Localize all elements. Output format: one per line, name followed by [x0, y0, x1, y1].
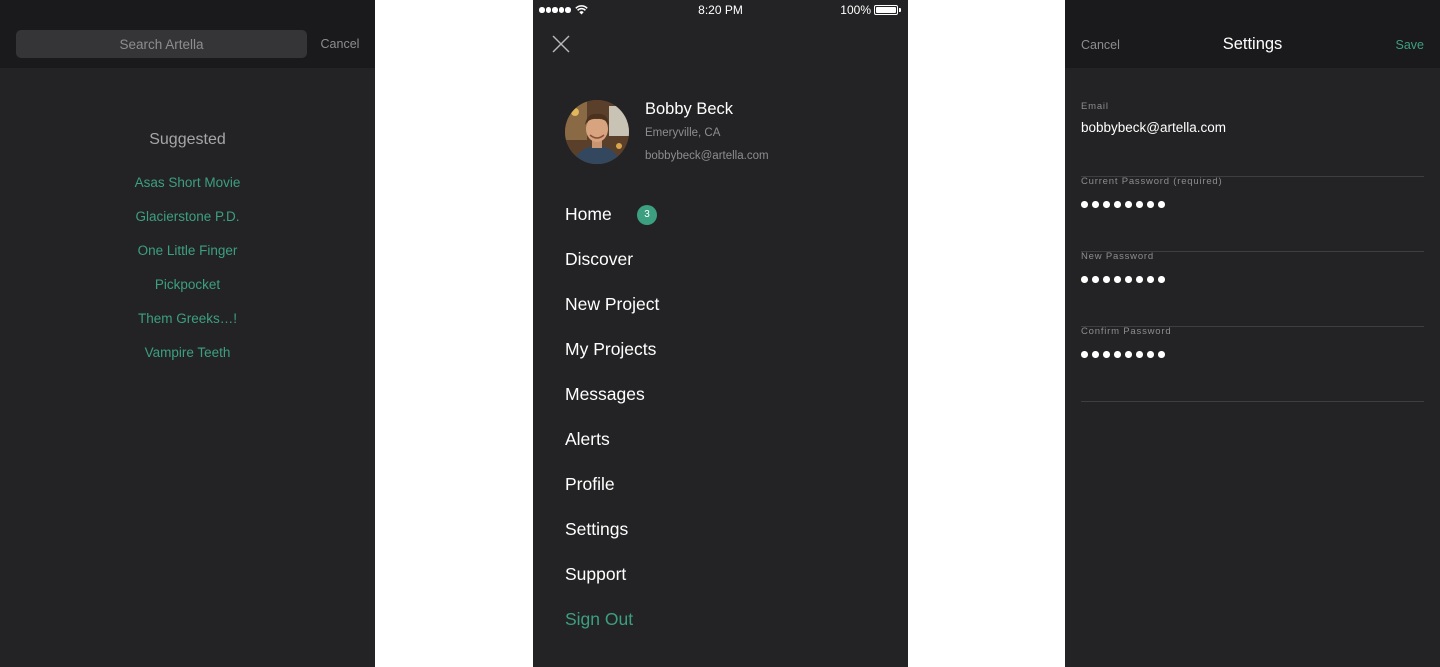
password-dot: [1125, 351, 1132, 358]
password-dot: [1136, 201, 1143, 208]
password-dot: [1114, 276, 1121, 283]
password-dot: [1103, 351, 1110, 358]
password-dot: [1147, 201, 1154, 208]
password-dot: [1158, 201, 1165, 208]
email-value[interactable]: bobbybeck@artella.com: [1081, 120, 1226, 135]
profile-location: Emeryville, CA: [645, 127, 721, 139]
menu-item-new-project[interactable]: New Project: [565, 294, 659, 315]
battery-tip: [899, 8, 901, 12]
settings-screen: 8:20 PM 100% Cancel Settings Save Email …: [1065, 0, 1440, 667]
menu-item-discover[interactable]: Discover: [565, 249, 633, 270]
menu-item-sign-out[interactable]: Sign Out: [565, 609, 633, 630]
new-password-field[interactable]: New Password: [1081, 251, 1424, 327]
current-password-field[interactable]: Current Password (required): [1081, 176, 1424, 252]
menu-item-my-projects[interactable]: My Projects: [565, 339, 656, 360]
suggestion-item[interactable]: Asas Short Movie: [0, 175, 375, 190]
password-dot: [1081, 276, 1088, 283]
password-dot: [1081, 201, 1088, 208]
password-dot: [1103, 276, 1110, 283]
search-header: Cancel: [0, 0, 375, 68]
password-dot: [1092, 201, 1099, 208]
field-label: New Password: [1081, 251, 1154, 262]
suggestion-item[interactable]: One Little Finger: [0, 243, 375, 258]
search-cancel-button[interactable]: Cancel: [310, 37, 370, 51]
notification-badge: 3: [637, 205, 657, 225]
suggestion-item[interactable]: Pickpocket: [0, 277, 375, 292]
save-button[interactable]: Save: [1396, 38, 1425, 52]
password-dot: [1114, 351, 1121, 358]
battery-status: 100%: [840, 3, 901, 17]
password-dot: [1092, 351, 1099, 358]
menu-item-home[interactable]: Home: [565, 204, 612, 225]
menu-screen: 8:20 PM 100% Bobby Beck Emeryville, CA b…: [533, 0, 908, 667]
confirm-password-field[interactable]: Confirm Password: [1081, 326, 1424, 402]
page-title: Settings: [1222, 35, 1283, 53]
email-field[interactable]: Email bobbybeck@artella.com: [1081, 101, 1424, 177]
masked-password[interactable]: [1081, 201, 1169, 208]
password-dot: [1158, 276, 1165, 283]
suggestion-item[interactable]: Vampire Teeth: [0, 345, 375, 360]
field-label: Email: [1081, 101, 1109, 112]
masked-password[interactable]: [1081, 276, 1169, 283]
settings-header: Cancel Settings Save: [1065, 0, 1440, 68]
battery-fill: [876, 7, 896, 13]
profile-name: Bobby Beck: [645, 100, 734, 118]
masked-password[interactable]: [1081, 351, 1169, 358]
menu-item-settings[interactable]: Settings: [565, 519, 628, 540]
field-label: Confirm Password: [1081, 326, 1172, 337]
status-bar: 8:20 PM 100%: [533, 0, 908, 20]
suggested-heading: Suggested: [149, 131, 226, 148]
avatar[interactable]: [565, 100, 629, 164]
password-dot: [1103, 201, 1110, 208]
menu-item-profile[interactable]: Profile: [565, 474, 615, 495]
battery-icon: [874, 5, 898, 15]
password-dot: [1125, 201, 1132, 208]
field-divider: [1081, 401, 1424, 402]
close-icon[interactable]: [549, 32, 573, 56]
profile-email: bobbybeck@artella.com: [645, 150, 769, 162]
field-label: Current Password (required): [1081, 176, 1223, 187]
menu-item-support[interactable]: Support: [565, 564, 626, 585]
search-input[interactable]: [16, 30, 307, 58]
password-dot: [1158, 351, 1165, 358]
menu-item-messages[interactable]: Messages: [565, 384, 645, 405]
password-dot: [1136, 351, 1143, 358]
suggestion-item[interactable]: Them Greeks…!: [0, 311, 375, 326]
password-dot: [1147, 351, 1154, 358]
menu-item-alerts[interactable]: Alerts: [565, 429, 610, 450]
password-dot: [1092, 276, 1099, 283]
password-dot: [1081, 351, 1088, 358]
password-dot: [1125, 276, 1132, 283]
password-dot: [1147, 276, 1154, 283]
avatar-photo: [565, 100, 629, 164]
password-dot: [1114, 201, 1121, 208]
battery-percentage: 100%: [840, 3, 871, 17]
password-dot: [1136, 276, 1143, 283]
search-screen: 8:20 PM 100% Cancel Suggested Asas Short…: [0, 0, 375, 667]
suggestion-item[interactable]: Glacierstone P.D.: [0, 209, 375, 224]
